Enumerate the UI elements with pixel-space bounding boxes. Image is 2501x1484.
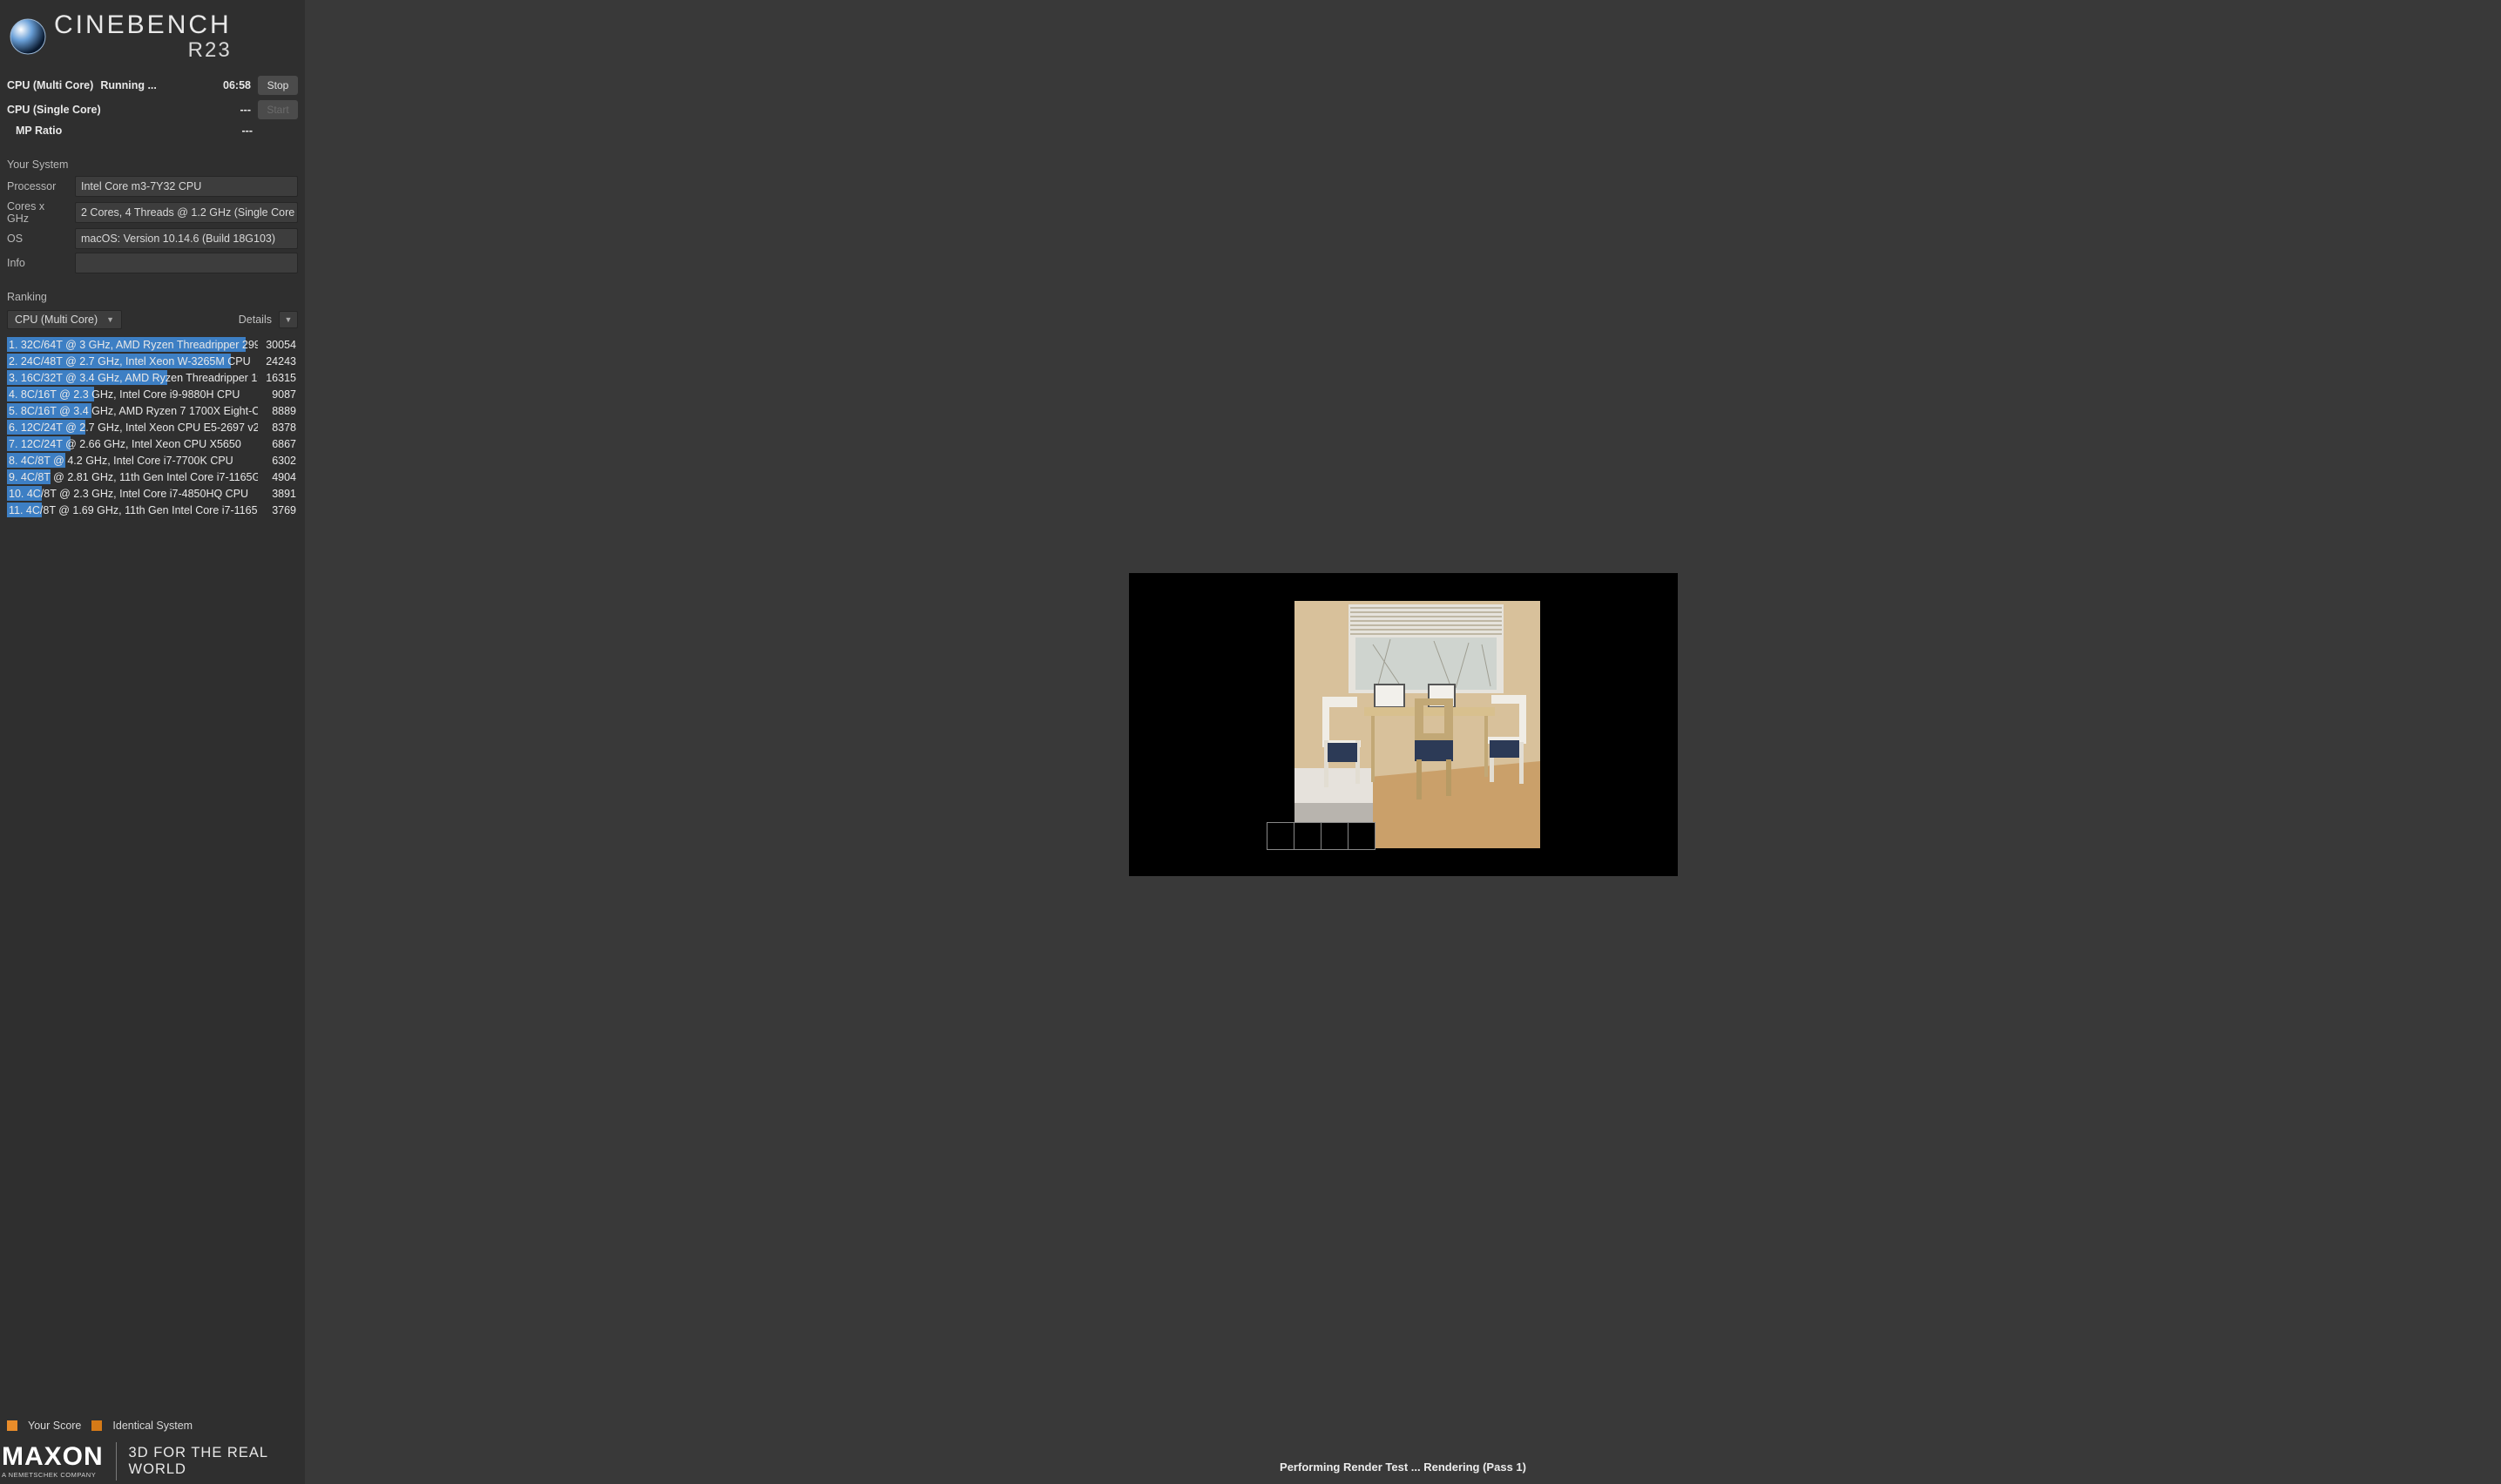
sidebar: CINEBENCH R23 CPU (Multi Core) Running .… bbox=[0, 0, 305, 1484]
mpratio-value: --- bbox=[226, 125, 253, 137]
test-mpratio-row: MP Ratio --- bbox=[7, 122, 298, 139]
details-label: Details bbox=[239, 314, 272, 326]
render-tile bbox=[1348, 822, 1376, 850]
ranking-text: 11. 4C/8T @ 1.69 GHz, 11th Gen Intel Cor… bbox=[9, 504, 258, 516]
system-panel: Processor Intel Core m3-7Y32 CPU Cores x… bbox=[0, 174, 305, 275]
tests-panel: CPU (Multi Core) Running ... 06:58 Stop … bbox=[0, 70, 305, 143]
cores-field[interactable]: 2 Cores, 4 Threads @ 1.2 GHz (Single Cor… bbox=[75, 202, 298, 223]
app-title: CINEBENCH bbox=[54, 12, 232, 38]
render-viewport-area: Performing Render Test ... Rendering (Pa… bbox=[305, 0, 2501, 1484]
ranking-score: 16315 bbox=[258, 372, 296, 384]
ranking-text: 7. 12C/24T @ 2.66 GHz, Intel Xeon CPU X5… bbox=[9, 438, 258, 450]
ranking-legend: Your Score Identical System bbox=[0, 1414, 305, 1437]
ranking-row[interactable]: 6. 12C/24T @ 2.7 GHz, Intel Xeon CPU E5-… bbox=[7, 419, 298, 435]
singlecore-start-button: Start bbox=[258, 100, 298, 119]
ranking-text: 3. 16C/32T @ 3.4 GHz, AMD Ryzen Threadri… bbox=[9, 372, 258, 384]
ranking-text: 5. 8C/16T @ 3.4 GHz, AMD Ryzen 7 1700X E… bbox=[9, 405, 258, 417]
ranking-text: 10. 4C/8T @ 2.3 GHz, Intel Core i7-4850H… bbox=[9, 488, 258, 500]
brand-sub: A NEMETSCHEK COMPANY bbox=[2, 1472, 96, 1479]
ranking-title: Ranking bbox=[0, 287, 305, 307]
processor-field[interactable]: Intel Core m3-7Y32 CPU bbox=[75, 176, 298, 197]
ranking-mode-value: CPU (Multi Core) bbox=[15, 314, 98, 326]
multicore-time: 06:58 bbox=[223, 79, 251, 91]
footer-divider bbox=[116, 1442, 117, 1481]
ranking-score: 8889 bbox=[258, 405, 296, 417]
footer: MAXON A NEMETSCHEK COMPANY 3D FOR THE RE… bbox=[0, 1437, 305, 1484]
ranking-text: 2. 24C/48T @ 2.7 GHz, Intel Xeon W-3265M… bbox=[9, 355, 258, 368]
singlecore-label: CPU (Single Core) bbox=[7, 104, 101, 116]
multicore-label: CPU (Multi Core) bbox=[7, 79, 93, 91]
multicore-stop-button[interactable]: Stop bbox=[258, 76, 298, 95]
render-tiles bbox=[1267, 822, 1375, 850]
test-multicore-row: CPU (Multi Core) Running ... 06:58 Stop bbox=[7, 73, 298, 98]
legend-your-score: Your Score bbox=[28, 1420, 81, 1432]
os-field[interactable]: macOS: Version 10.14.6 (Build 18G103) bbox=[75, 228, 298, 249]
status-text: Performing Render Test ... Rendering (Pa… bbox=[1280, 1460, 1526, 1474]
singlecore-value: --- bbox=[225, 104, 251, 116]
ranking-row[interactable]: 4. 8C/16T @ 2.3 GHz, Intel Core i9-9880H… bbox=[7, 386, 298, 402]
test-singlecore-row: CPU (Single Core) --- Start bbox=[7, 98, 298, 122]
ranking-row[interactable]: 2. 24C/48T @ 2.7 GHz, Intel Xeon W-3265M… bbox=[7, 353, 298, 369]
ranking-row[interactable]: 10. 4C/8T @ 2.3 GHz, Intel Core i7-4850H… bbox=[7, 485, 298, 502]
multicore-status: Running ... bbox=[100, 79, 157, 91]
ranking-text: 6. 12C/24T @ 2.7 GHz, Intel Xeon CPU E5-… bbox=[9, 422, 258, 434]
ranking-score: 6302 bbox=[258, 455, 296, 467]
render-tile bbox=[1267, 822, 1294, 850]
ranking-panel: Ranking CPU (Multi Core) ▼ Details ▼ 1. … bbox=[0, 287, 305, 1437]
footer-tagline: 3D FOR THE REAL WORLD bbox=[129, 1445, 303, 1478]
ranking-mode-dropdown[interactable]: CPU (Multi Core) ▼ bbox=[7, 310, 122, 329]
cinebench-logo-icon bbox=[9, 17, 47, 56]
ranking-score: 30054 bbox=[258, 339, 296, 351]
mpratio-label: MP Ratio bbox=[16, 125, 62, 137]
details-dropdown-button[interactable]: ▼ bbox=[279, 311, 298, 328]
ranking-text: 9. 4C/8T @ 2.81 GHz, 11th Gen Intel Core… bbox=[9, 471, 258, 483]
ranking-score: 3891 bbox=[258, 488, 296, 500]
ranking-row[interactable]: 11. 4C/8T @ 1.69 GHz, 11th Gen Intel Cor… bbox=[7, 502, 298, 518]
ranking-text: 4. 8C/16T @ 2.3 GHz, Intel Core i9-9880H… bbox=[9, 388, 258, 401]
ranking-row[interactable]: 7. 12C/24T @ 2.66 GHz, Intel Xeon CPU X5… bbox=[7, 435, 298, 452]
ranking-row[interactable]: 5. 8C/16T @ 3.4 GHz, AMD Ryzen 7 1700X E… bbox=[7, 402, 298, 419]
info-label: Info bbox=[7, 257, 66, 269]
render-tile bbox=[1321, 822, 1349, 850]
render-tile bbox=[1294, 822, 1321, 850]
ranking-row[interactable]: 8. 4C/8T @ 4.2 GHz, Intel Core i7-7700K … bbox=[7, 452, 298, 469]
processor-label: Processor bbox=[7, 180, 66, 192]
ranking-row[interactable]: 9. 4C/8T @ 2.81 GHz, 11th Gen Intel Core… bbox=[7, 469, 298, 485]
os-label: OS bbox=[7, 233, 66, 245]
ranking-score: 4904 bbox=[258, 471, 296, 483]
ranking-score: 8378 bbox=[258, 422, 296, 434]
your-score-swatch bbox=[7, 1420, 17, 1431]
brand-logo: MAXON bbox=[2, 1444, 104, 1470]
app-header: CINEBENCH R23 bbox=[0, 0, 305, 70]
system-section-title: Your System bbox=[0, 155, 305, 174]
ranking-row[interactable]: 3. 16C/32T @ 3.4 GHz, AMD Ryzen Threadri… bbox=[7, 369, 298, 386]
ranking-list: 1. 32C/64T @ 3 GHz, AMD Ryzen Threadripp… bbox=[0, 333, 305, 1414]
app-version: R23 bbox=[54, 40, 232, 61]
legend-identical: Identical System bbox=[112, 1420, 193, 1432]
ranking-row[interactable]: 1. 32C/64T @ 3 GHz, AMD Ryzen Threadripp… bbox=[7, 336, 298, 353]
ranking-text: 8. 4C/8T @ 4.2 GHz, Intel Core i7-7700K … bbox=[9, 455, 258, 467]
cores-label: Cores x GHz bbox=[7, 200, 66, 225]
ranking-text: 1. 32C/64T @ 3 GHz, AMD Ryzen Threadripp… bbox=[9, 339, 258, 351]
ranking-score: 24243 bbox=[258, 355, 296, 368]
identical-system-swatch bbox=[91, 1420, 102, 1431]
ranking-score: 3769 bbox=[258, 504, 296, 516]
chevron-down-icon: ▼ bbox=[285, 315, 293, 324]
chevron-down-icon: ▼ bbox=[106, 315, 114, 324]
render-preview-image bbox=[1294, 601, 1540, 848]
render-viewport bbox=[1129, 573, 1678, 876]
ranking-score: 9087 bbox=[258, 388, 296, 401]
info-field[interactable] bbox=[75, 253, 298, 273]
ranking-score: 6867 bbox=[258, 438, 296, 450]
